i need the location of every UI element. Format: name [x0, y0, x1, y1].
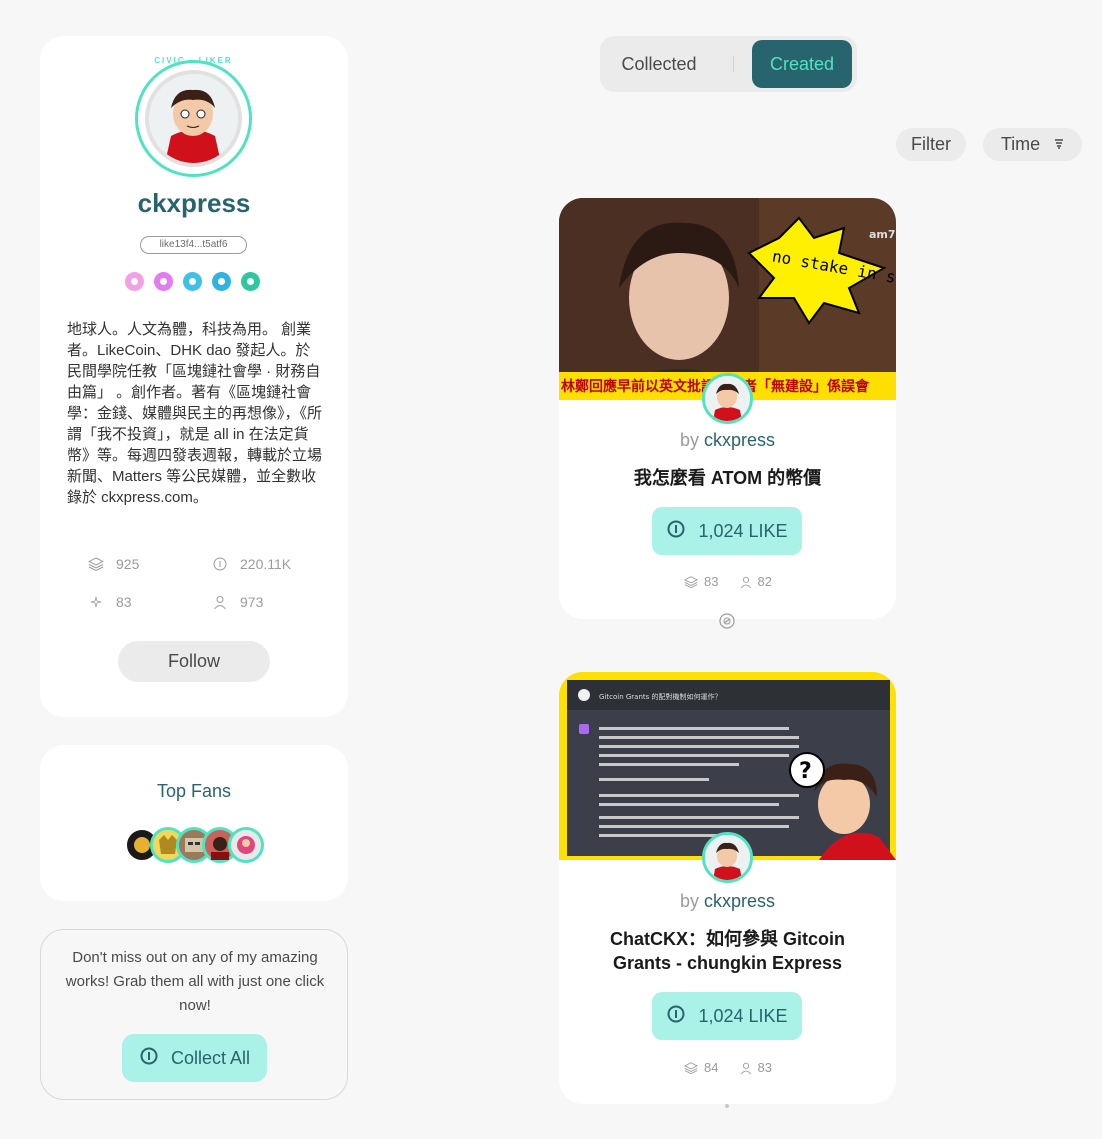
likecoin-icon: [666, 1004, 686, 1029]
hexagon-badge-icon: [154, 272, 173, 291]
likes-stat: 220.11K: [212, 556, 291, 572]
sort-icon: [1054, 134, 1064, 155]
profile-username: ckxpress: [137, 188, 251, 218]
followers-count: 973: [240, 594, 264, 610]
nft-title[interactable]: ChatCKX：如何參與 Gitcoin Grants - chungkin E…: [589, 927, 866, 975]
layers-icon: [88, 556, 104, 572]
user-icon: [212, 594, 228, 610]
top-fans-title: Top Fans: [156, 781, 232, 801]
nft-card[interactable]: no stake in society am730 林鄭回應早前以英文批評…威者…: [559, 198, 896, 619]
svg-text:?: ?: [799, 759, 812, 784]
collected-count: 83: [704, 574, 719, 589]
layers-icon: [683, 1061, 699, 1074]
collectors-stat: 82: [739, 574, 772, 589]
user-icon: [740, 1062, 751, 1074]
like-price: 1,024 LIKE: [698, 520, 788, 541]
follow-button[interactable]: Follow: [118, 641, 270, 682]
pentagon-badge-icon: [212, 272, 231, 291]
collection-tabs: Collected Created: [600, 36, 857, 92]
creator-line: by ckxpress: [559, 891, 896, 912]
collected-count: 925: [116, 556, 140, 572]
collectors-stat: 83: [739, 1060, 772, 1075]
avatar-image: [145, 70, 242, 167]
gear-badge-icon: [183, 272, 202, 291]
collect-all-label: Collect All: [170, 1047, 251, 1068]
by-prefix: by: [679, 430, 699, 450]
badge-list: [125, 272, 260, 291]
sparkle-icon: [88, 594, 104, 610]
filter-button[interactable]: Filter: [896, 128, 966, 161]
likes-count: 220.11K: [240, 556, 292, 572]
top-fans-card: Top Fans: [40, 745, 348, 901]
profile-bio: 地球人。人文為體，科技為用。 創業者。LikeCoin、DHK dao 發起人。…: [67, 321, 323, 506]
tab-divider: [733, 56, 734, 72]
wallet-address[interactable]: like13f4...t5atf6: [140, 236, 247, 254]
tab-created[interactable]: Created: [752, 40, 852, 88]
likecoin-icon: [139, 1046, 159, 1071]
collector-count: 83: [757, 1060, 772, 1075]
profile-avatar[interactable]: CIVIC · LIKER: [135, 56, 252, 177]
collected-stat: 925: [88, 556, 139, 572]
user-icon: [740, 576, 751, 588]
top-fans-list: [124, 827, 264, 863]
collected-count: 84: [704, 1060, 719, 1075]
fan-avatar[interactable]: [228, 827, 264, 863]
scroll-indicator: [725, 1104, 729, 1108]
creator-line: by ckxpress: [559, 430, 896, 451]
cover-watermark: am730: [869, 228, 896, 241]
collected-stat: 83: [683, 574, 719, 589]
collector-count: 82: [757, 574, 772, 589]
creator-avatar[interactable]: [702, 832, 753, 883]
time-sort-button[interactable]: Time: [983, 128, 1082, 161]
stars-stat: 83: [88, 594, 132, 610]
star-badge-icon: [241, 272, 260, 291]
profile-card: CIVIC · LIKER ckxpress like13f4...t5atf6…: [40, 36, 348, 717]
collect-all-button[interactable]: Collect All: [122, 1034, 267, 1082]
nft-cover-image: no stake in society am730 林鄭回應早前以英文批評…威者…: [559, 198, 896, 400]
nft-stats: 84 83: [559, 1060, 896, 1075]
nft-title[interactable]: 我怎麼看 ATOM 的幣價: [589, 466, 866, 490]
like-price: 1,024 LIKE: [698, 1005, 788, 1026]
stars-count: 83: [116, 594, 132, 610]
collect-all-text: Don't miss out on any of my amazing work…: [65, 949, 325, 1014]
likecoin-icon: [212, 556, 228, 572]
collect-all-card: Don't miss out on any of my amazing work…: [40, 929, 348, 1100]
tab-collected[interactable]: Collected: [606, 40, 712, 88]
followers-stat: 973: [212, 594, 263, 610]
creator-name[interactable]: ckxpress: [704, 891, 775, 911]
like-collect-button[interactable]: 1,024 LIKE: [652, 992, 802, 1040]
creator-name[interactable]: ckxpress: [704, 430, 775, 450]
layers-icon: [683, 575, 699, 588]
likecoin-icon: [666, 519, 686, 544]
by-prefix: by: [679, 891, 699, 911]
cover-header-text: Gitcoin Grants 的配對機制如何運作？: [599, 692, 722, 701]
flower-badge-icon: [125, 272, 144, 291]
collected-stat: 84: [683, 1060, 719, 1075]
nft-stats: 83 82: [559, 574, 896, 589]
creator-avatar[interactable]: [702, 373, 753, 424]
nft-card[interactable]: Gitcoin Grants 的配對機制如何運作？ ? by ckxpress …: [559, 672, 896, 1104]
like-collect-button[interactable]: 1,024 LIKE: [652, 507, 802, 555]
time-sort-label: Time: [1000, 134, 1041, 154]
connector-icon: [718, 612, 736, 630]
